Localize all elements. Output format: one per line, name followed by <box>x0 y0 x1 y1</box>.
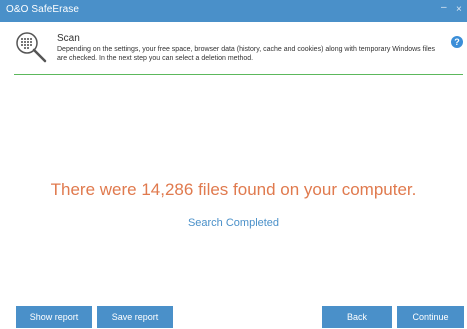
scan-result-text: There were 14,286 files found on your co… <box>50 180 417 199</box>
minimize-button[interactable]: – <box>441 2 447 13</box>
save-report-button[interactable]: Save report <box>97 306 173 328</box>
header-divider <box>14 74 463 75</box>
back-button[interactable]: Back <box>322 306 392 328</box>
continue-button[interactable]: Continue <box>397 306 464 328</box>
close-button[interactable]: × <box>456 4 462 15</box>
window-title: O&O SafeErase <box>6 4 79 15</box>
show-report-button[interactable]: Show report <box>16 306 92 328</box>
scan-status-text: Search Completed <box>187 217 280 229</box>
magnifier-scan-icon <box>16 32 47 63</box>
step-title: Scan <box>57 33 80 44</box>
help-icon[interactable]: ? <box>451 36 463 48</box>
step-header: Scan Depending on the settings, your fre… <box>0 22 467 74</box>
title-bar: O&O SafeErase – × <box>0 0 467 22</box>
step-description: Depending on the settings, your free spa… <box>57 46 436 62</box>
